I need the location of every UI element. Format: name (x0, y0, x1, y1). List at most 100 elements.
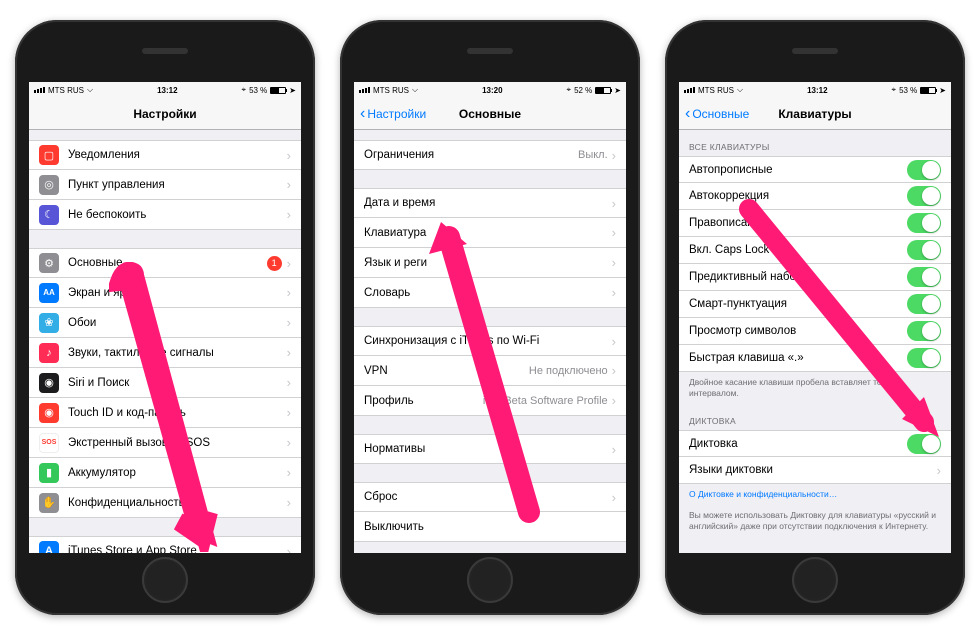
wifi-icon: ⌵ (737, 85, 743, 95)
chevron-right-icon: › (287, 495, 291, 510)
bluetooth-icon: ⌖ (567, 85, 572, 95)
wifi-icon: ⌵ (412, 85, 418, 95)
row-dictation[interactable]: Диктовка (679, 430, 951, 457)
phone-frame-3: MTS RUS⌵ 13:12 ⌖53 %➤ ‹Основные Клавиату… (665, 20, 965, 615)
row-itunes[interactable]: AiTunes Store и App Store› (29, 536, 301, 553)
row-dictionary[interactable]: Словарь› (354, 278, 626, 308)
chevron-right-icon: › (287, 345, 291, 360)
general-icon: ⚙ (39, 253, 59, 273)
page-title: Основные (459, 107, 521, 121)
toggle-switch[interactable] (907, 160, 941, 180)
row-notifications[interactable]: ▢Уведомления› (29, 140, 301, 170)
toggle-switch[interactable] (907, 240, 941, 260)
control-center-icon: ◎ (39, 175, 59, 195)
chevron-right-icon: › (612, 196, 616, 211)
row-language[interactable]: Язык и реги› (354, 248, 626, 278)
row-dictation-langs[interactable]: Языки диктовки› (679, 457, 951, 484)
row-charpreview[interactable]: Просмотр символов (679, 318, 951, 345)
chevron-right-icon: › (287, 148, 291, 163)
row-privacy[interactable]: ✋Конфиденциальность› (29, 488, 301, 518)
location-icon: ➤ (289, 86, 296, 95)
wallpaper-icon: ❀ (39, 313, 59, 333)
location-icon: ➤ (614, 86, 621, 95)
touchid-icon: ◉ (39, 403, 59, 423)
battery-pct: 52 % (574, 86, 592, 95)
row-itunes-wifi[interactable]: Синхронизация с iTunes по Wi-Fi› (354, 326, 626, 356)
toggle-switch[interactable] (907, 186, 941, 206)
row-smartpunct[interactable]: Смарт-пунктуация (679, 291, 951, 318)
settings-list[interactable]: ▢Уведомления› ◎Пункт управления› ☾Не бес… (29, 130, 301, 553)
screen-2: MTS RUS⌵ 13:20 ⌖52 %➤ ‹Настройки Основны… (354, 82, 626, 553)
chevron-right-icon: › (287, 544, 291, 554)
row-shutdown[interactable]: Выключить (354, 512, 626, 542)
chevron-right-icon: › (612, 393, 616, 408)
row-sounds[interactable]: ♪Звуки, тактильные сигналы› (29, 338, 301, 368)
toggle-switch[interactable] (907, 321, 941, 341)
toggle-switch[interactable] (907, 434, 941, 454)
row-touchid[interactable]: ◉Touch ID и код-пароль› (29, 398, 301, 428)
page-title: Клавиатуры (778, 107, 851, 121)
chevron-right-icon: › (287, 256, 291, 271)
dictation-privacy-link[interactable]: О Диктовке и конфиденциальности… (679, 484, 951, 505)
row-autocorrect[interactable]: Автокоррекция (679, 183, 951, 210)
back-button[interactable]: ‹Настройки (360, 105, 426, 123)
phone-frame-2: MTS RUS⌵ 13:20 ⌖52 %➤ ‹Настройки Основны… (340, 20, 640, 615)
itunes-icon: A (39, 541, 59, 553)
privacy-icon: ✋ (39, 493, 59, 513)
row-datetime[interactable]: Дата и время› (354, 188, 626, 218)
general-list[interactable]: ОграниченияВыкл.› Дата и время› Клавиату… (354, 130, 626, 553)
chevron-right-icon: › (287, 435, 291, 450)
chevron-right-icon: › (937, 463, 941, 478)
row-predictive[interactable]: Предиктивный набор (679, 264, 951, 291)
row-vpn[interactable]: VPNНе подключено› (354, 356, 626, 386)
row-regulatory[interactable]: Нормативы› (354, 434, 626, 464)
toggle-switch[interactable] (907, 267, 941, 287)
chevron-right-icon: › (612, 334, 616, 349)
signal-icon (359, 87, 370, 93)
status-bar: MTS RUS⌵ 13:20 ⌖52 %➤ (354, 82, 626, 98)
footer-note-dictation: Вы можете использовать Диктовку для клав… (679, 505, 951, 537)
display-icon: AA (39, 283, 59, 303)
back-button[interactable]: ‹Основные (685, 105, 749, 123)
row-siri[interactable]: ◉Siri и Поиск› (29, 368, 301, 398)
row-spelling[interactable]: Правописание (679, 210, 951, 237)
row-dnd[interactable]: ☾Не беспокоить› (29, 200, 301, 230)
battery-pct: 53 % (249, 86, 267, 95)
toggle-switch[interactable] (907, 294, 941, 314)
carrier-label: MTS RUS (373, 86, 409, 95)
section-header-all: ВСЕ КЛАВИАТУРЫ (679, 130, 951, 156)
dnd-icon: ☾ (39, 205, 59, 225)
row-battery[interactable]: ▮Аккумулятор› (29, 458, 301, 488)
toggle-switch[interactable] (907, 213, 941, 233)
chevron-right-icon: › (287, 375, 291, 390)
keyboards-list[interactable]: ВСЕ КЛАВИАТУРЫ Автопрописные Автокоррекц… (679, 130, 951, 553)
chevron-right-icon: › (612, 285, 616, 300)
row-shortcut[interactable]: Быстрая клавиша «.» (679, 345, 951, 372)
row-autocaps[interactable]: Автопрописные (679, 156, 951, 183)
status-time: 13:12 (807, 86, 827, 95)
row-wallpaper[interactable]: ❀Обои› (29, 308, 301, 338)
location-icon: ➤ (939, 86, 946, 95)
row-general[interactable]: ⚙Основные1› (29, 248, 301, 278)
row-display[interactable]: AAЭкран и яр› (29, 278, 301, 308)
chevron-left-icon: ‹ (360, 105, 365, 123)
chevron-right-icon: › (287, 405, 291, 420)
chevron-right-icon: › (612, 225, 616, 240)
toggle-switch[interactable] (907, 348, 941, 368)
row-control-center[interactable]: ◎Пункт управления› (29, 170, 301, 200)
battery-settings-icon: ▮ (39, 463, 59, 483)
wifi-icon: ⌵ (87, 85, 93, 95)
row-sos[interactable]: SOSЭкстренный вызов — SOS› (29, 428, 301, 458)
row-profile[interactable]: ПрофильiOS Beta Software Profile› (354, 386, 626, 416)
row-capslock[interactable]: Вкл. Caps Lock (679, 237, 951, 264)
bluetooth-icon: ⌖ (242, 85, 247, 95)
row-reset[interactable]: Сброс› (354, 482, 626, 512)
row-restrictions[interactable]: ОграниченияВыкл.› (354, 140, 626, 170)
status-bar: MTS RUS⌵ 13:12 ⌖53 %➤ (679, 82, 951, 98)
chevron-right-icon: › (287, 315, 291, 330)
screen-1: MTS RUS ⌵ 13:12 ⌖ 53 % ➤ Настройки ▢Увед… (29, 82, 301, 553)
nav-bar: ‹Настройки Основные (354, 98, 626, 130)
status-bar: MTS RUS ⌵ 13:12 ⌖ 53 % ➤ (29, 82, 301, 98)
row-keyboard[interactable]: Клавиатура› (354, 218, 626, 248)
sos-icon: SOS (39, 433, 59, 453)
